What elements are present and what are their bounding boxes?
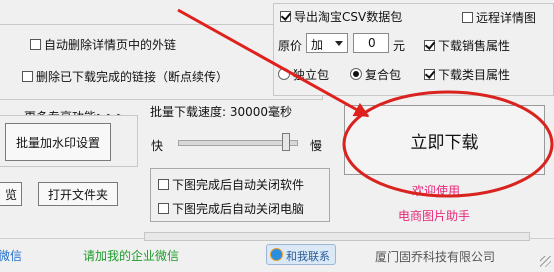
price-operation-select[interactable]: 加 (306, 33, 348, 53)
batch-watermark-label: 批量加水印设置 (15, 135, 100, 150)
auto-delete-outer-link-checkbox[interactable] (30, 39, 41, 50)
delete-downloaded-links-checkbox[interactable] (22, 71, 33, 82)
price-operation-value: 加 (311, 38, 324, 52)
price-unit-label: 元 (393, 39, 406, 53)
speed-slow-label: 慢 (310, 139, 323, 153)
preview-label: 览 (4, 187, 17, 202)
independent-package-radio[interactable] (278, 68, 290, 80)
chevron-down-icon (335, 41, 343, 46)
export-csv-checkbox[interactable] (280, 11, 291, 22)
remote-detail-image-label: 远程详情图 (476, 11, 537, 25)
auto-delete-outer-link-label: 自动删除详情页中的外链 (44, 38, 177, 52)
download-now-button[interactable]: 立即下载 (344, 105, 545, 175)
auto-close-software-label: 下图完成后自动关闭软件 (172, 178, 305, 192)
composite-package-radio[interactable] (350, 68, 362, 80)
status-bar-scrollbar[interactable] (144, 232, 530, 241)
company-name: 厦门固乔科技有限公司 (375, 250, 496, 264)
export-csv-label: 导出淘宝CSV数据包 (294, 10, 403, 24)
status-wechat-fragment: 微信 (0, 249, 23, 263)
open-folder-label: 打开文件夹 (47, 187, 108, 202)
speed-slider-thumb[interactable] (282, 133, 291, 151)
auto-shutdown-label: 下图完成后自动关闭电脑 (172, 202, 305, 216)
remote-detail-image-checkbox[interactable] (462, 12, 473, 23)
speed-slider-track[interactable] (178, 140, 298, 146)
delete-downloaded-links-label: 删除已下载完成的链接（断点续传） (36, 70, 229, 84)
add-enterprise-wechat-link[interactable]: 请加我的企业微信 (83, 247, 179, 264)
auto-shutdown-checkbox[interactable] (158, 203, 169, 214)
download-speed-label: 批量下载速度: 30000毫秒 (150, 105, 293, 119)
batch-watermark-button[interactable]: 批量加水印设置 (5, 123, 111, 161)
download-sales-attr-label: 下载销售属性 (438, 39, 511, 53)
open-folder-button[interactable]: 打开文件夹 (38, 182, 118, 206)
speed-fast-label: 快 (151, 139, 164, 153)
price-value-input[interactable]: 0 (353, 33, 389, 53)
download-category-attr-checkbox[interactable] (424, 69, 435, 80)
contact-us-label: 和我联系 (286, 250, 330, 263)
preview-button[interactable]: 览 (0, 182, 22, 206)
download-sales-attr-checkbox[interactable] (424, 40, 435, 51)
price-label: 原价 (278, 39, 303, 53)
resize-grip-icon[interactable] (540, 256, 551, 267)
welcome-text: 欢迎使用 (412, 184, 461, 198)
auto-close-software-checkbox[interactable] (158, 179, 169, 190)
download-category-attr-label: 下载类目属性 (438, 68, 511, 82)
download-now-label: 立即下载 (410, 132, 479, 153)
composite-package-label: 复合包 (365, 68, 402, 82)
contact-us-button[interactable]: 和我联系 (266, 244, 336, 265)
assistant-name-text: 电商图片助手 (398, 209, 471, 223)
independent-package-label: 独立包 (293, 68, 330, 82)
price-value: 0 (368, 36, 376, 50)
qq-icon (270, 248, 283, 261)
